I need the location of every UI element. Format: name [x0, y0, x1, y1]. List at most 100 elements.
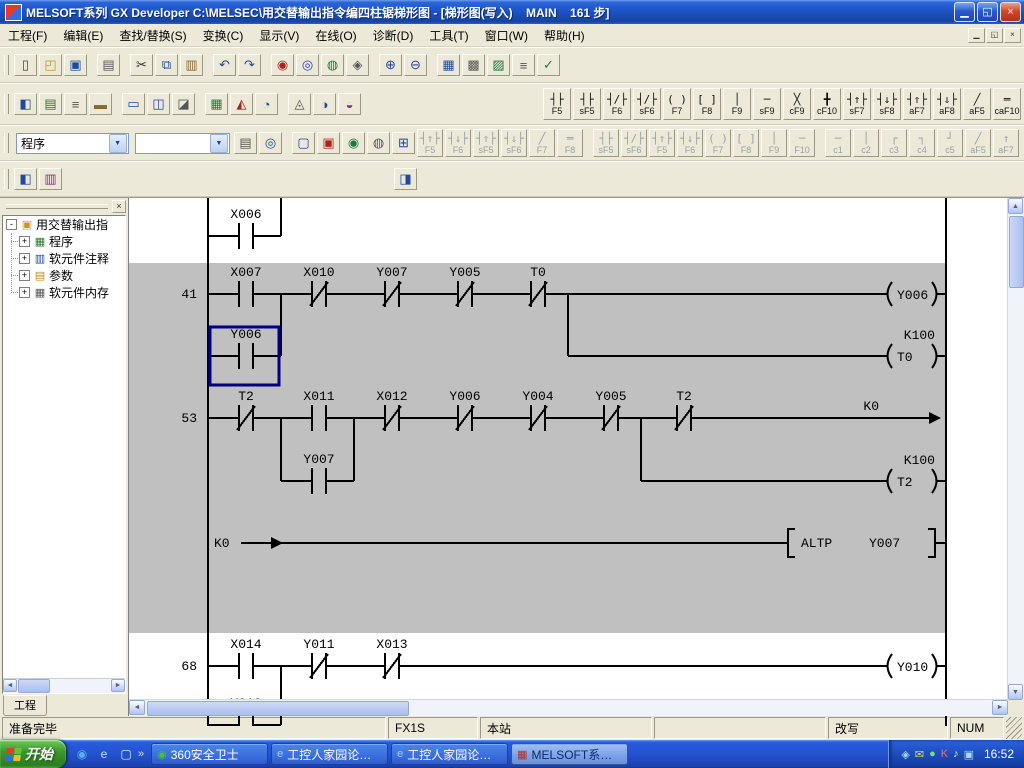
rung-x006-branch[interactable]: X006: [208, 198, 281, 249]
find-device-button[interactable]: ◉: [271, 54, 294, 76]
collapse-icon[interactable]: -: [6, 219, 17, 230]
program-select[interactable]: 程序 ▼: [16, 133, 129, 154]
toolbar-grip[interactable]: [4, 55, 9, 75]
parallel-open-contact-button[interactable]: ┤├sF5: [573, 88, 601, 120]
monitor-write-mode-button[interactable]: ◍: [367, 132, 390, 154]
alias-format-button[interactable]: ▥: [39, 168, 62, 190]
project-tab[interactable]: 工程: [3, 695, 47, 716]
undo-button[interactable]: ↶: [213, 54, 236, 76]
monitor-mode-button[interactable]: ◉: [342, 132, 365, 154]
instruction-help-button[interactable]: ◨: [394, 168, 417, 190]
tree-item-device-memory[interactable]: + ▦ 软元件内存: [3, 284, 125, 301]
find-coil-button[interactable]: ◍: [321, 54, 344, 76]
horizontal-scrollbar[interactable]: ◄ ►: [129, 699, 1008, 716]
find-replace-button[interactable]: ◎: [259, 132, 282, 154]
open-contact-button[interactable]: ┤├F5: [543, 88, 571, 120]
toolbar-grip[interactable]: [4, 133, 9, 153]
op-falling-pulse-button[interactable]: ┤⇓├aF8: [933, 88, 961, 120]
zoom-in-button[interactable]: ⊕: [379, 54, 402, 76]
menu-item[interactable]: 显示(V): [251, 24, 307, 47]
scroll-left-icon[interactable]: ◄: [129, 700, 145, 715]
project-tree[interactable]: - ▣ 用交替输出指 + ▦ 程序: [2, 215, 126, 694]
closed-contact-button[interactable]: ┤/├F6: [603, 88, 631, 120]
tray-mail-icon[interactable]: ✉: [915, 748, 924, 761]
zoom-out-button[interactable]: ⊖: [404, 54, 427, 76]
scan-time-button[interactable]: ◔: [255, 93, 278, 115]
chevron-icon[interactable]: »: [138, 740, 148, 768]
expand-icon[interactable]: +: [19, 287, 30, 298]
scroll-up-icon[interactable]: ▲: [1008, 198, 1023, 214]
device-test-button[interactable]: ◭: [230, 93, 253, 115]
tray-safety-icon[interactable]: ●: [929, 748, 936, 760]
scroll-thumb[interactable]: [18, 679, 50, 693]
horizontal-line-button[interactable]: ─sF9: [753, 88, 781, 120]
device-monitor-button[interactable]: ◫: [147, 93, 170, 115]
menu-item[interactable]: 变换(C): [195, 24, 252, 47]
close-icon[interactable]: ×: [112, 200, 126, 213]
new-button[interactable]: ▯: [14, 54, 37, 76]
cut-button[interactable]: ✂: [130, 54, 153, 76]
delete-vertical-line-button[interactable]: ╳cF9: [783, 88, 811, 120]
print-window-button[interactable]: ▤: [234, 132, 257, 154]
qlaunch-ie-icon[interactable]: e: [94, 744, 114, 764]
coil-button[interactable]: ( )F7: [663, 88, 691, 120]
tree-horizontal-scrollbar[interactable]: ◄ ►: [3, 678, 125, 693]
comment-format-button[interactable]: ◧: [14, 168, 37, 190]
alias-display-button[interactable]: ▭: [122, 93, 145, 115]
tray-pc-manager-icon[interactable]: ◈: [901, 748, 909, 761]
toolbar-grip[interactable]: [4, 169, 9, 189]
paste-button[interactable]: ▥: [180, 54, 203, 76]
panel-grip[interactable]: [6, 204, 108, 209]
invert-result-button[interactable]: ╱aF5: [963, 88, 991, 120]
project-data-list-button[interactable]: ▦: [437, 54, 460, 76]
qlaunch-messenger-icon[interactable]: ◉: [72, 744, 92, 764]
toolbar-grip[interactable]: [4, 94, 9, 114]
scroll-left-icon[interactable]: ◄: [3, 679, 17, 692]
save-button[interactable]: ▣: [64, 54, 87, 76]
chevron-down-icon[interactable]: ▼: [109, 134, 127, 153]
tree-item-program[interactable]: + ▦ 程序: [3, 233, 125, 250]
project-tree-toggle-button[interactable]: ◧: [14, 93, 37, 115]
chevron-down-icon[interactable]: ▼: [210, 134, 228, 153]
buffer-memory-button[interactable]: ▦: [205, 93, 228, 115]
open-button[interactable]: ◰: [39, 54, 62, 76]
delete-horizontal-line-button[interactable]: ╋cF10: [813, 88, 841, 120]
ladder-canvas[interactable]: X006 41 X007: [129, 198, 1007, 726]
expand-icon[interactable]: +: [19, 270, 30, 281]
task-forum-1[interactable]: e 工控人家园论坛 - ...: [271, 743, 388, 765]
menu-item[interactable]: 编辑(E): [55, 24, 111, 47]
tree-item-parameter[interactable]: + ▤ 参数: [3, 267, 125, 284]
menu-item[interactable]: 帮助(H): [536, 24, 593, 47]
falling-pulse-button[interactable]: ┤↓├sF8: [873, 88, 901, 120]
op-rising-pulse-button[interactable]: ┤⇑├aF7: [903, 88, 931, 120]
scroll-thumb[interactable]: [1009, 216, 1024, 288]
tree-item-device-comment[interactable]: + ▥ 软元件注释: [3, 250, 125, 267]
task-melsoft[interactable]: ▦ MELSOFT系列 GX D...: [511, 743, 628, 765]
scroll-right-icon[interactable]: ►: [992, 700, 1008, 715]
task-360-safety[interactable]: ◉ 360安全卫士: [151, 743, 268, 765]
tray-volume-icon[interactable]: ♪: [953, 748, 959, 760]
copy-button[interactable]: ⧉: [155, 54, 178, 76]
expand-icon[interactable]: +: [19, 236, 30, 247]
expand-icon[interactable]: +: [19, 253, 30, 264]
clear-memory-button[interactable]: ◒: [338, 93, 361, 115]
scroll-down-icon[interactable]: ▼: [1008, 684, 1023, 700]
tree-root[interactable]: - ▣ 用交替输出指: [3, 216, 125, 233]
scroll-right-icon[interactable]: ►: [111, 679, 125, 692]
menu-item[interactable]: 窗口(W): [477, 24, 536, 47]
scroll-thumb[interactable]: [147, 701, 409, 716]
remote-operation-button[interactable]: ◑: [313, 93, 336, 115]
print-button[interactable]: ▤: [97, 54, 120, 76]
device-comment-button[interactable]: ≡: [512, 54, 535, 76]
rising-pulse-button[interactable]: ┤↑├sF7: [843, 88, 871, 120]
menu-item[interactable]: 工具(T): [421, 24, 476, 47]
child-restore-button[interactable]: ◱: [986, 28, 1003, 43]
find-contact-button[interactable]: ◎: [296, 54, 319, 76]
tray-ime-icon[interactable]: ▣: [964, 748, 974, 761]
resize-grip[interactable]: [1006, 717, 1022, 739]
child-minimize-button[interactable]: ▁: [968, 28, 985, 43]
note-display-button[interactable]: ▬: [89, 93, 112, 115]
task-forum-2[interactable]: e 工控人家园论坛 - ...: [391, 743, 508, 765]
menu-item[interactable]: 查找/替换(S): [111, 24, 194, 47]
restore-button[interactable]: ◱: [977, 2, 998, 22]
